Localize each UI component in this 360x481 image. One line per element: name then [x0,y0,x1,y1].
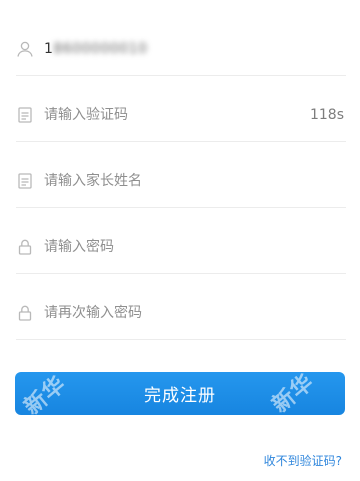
parent-name-row [16,154,346,208]
password-row [16,220,346,274]
verify-code-row: 118s [16,88,346,142]
sms-code-icon [16,106,34,124]
verify-code-input[interactable] [44,102,310,127]
registration-page: 18600000010 118s [0,0,360,481]
watermark-left: 新华 [19,372,72,415]
parent-name-input[interactable] [44,168,346,193]
no-code-help-link[interactable]: 收不到验证码? [264,452,342,469]
phone-number-value[interactable]: 18600000010 [44,41,346,57]
phone-number-prefix: 1 [44,40,54,57]
lock-icon [16,304,34,322]
confirm-password-input[interactable] [44,300,346,325]
confirm-password-row [16,286,346,340]
resend-countdown: 118s [309,106,344,123]
complete-registration-label: 完成注册 [144,386,216,406]
phone-row: 18600000010 [16,22,346,76]
lock-icon [16,238,34,256]
complete-registration-button[interactable]: 新华 完成注册 新华 [15,372,345,415]
phone-number-masked: 8600000010 [53,40,148,57]
id-card-icon [16,172,34,190]
watermark-right: 新华 [267,372,320,415]
user-icon [16,40,34,58]
password-input[interactable] [44,234,346,259]
